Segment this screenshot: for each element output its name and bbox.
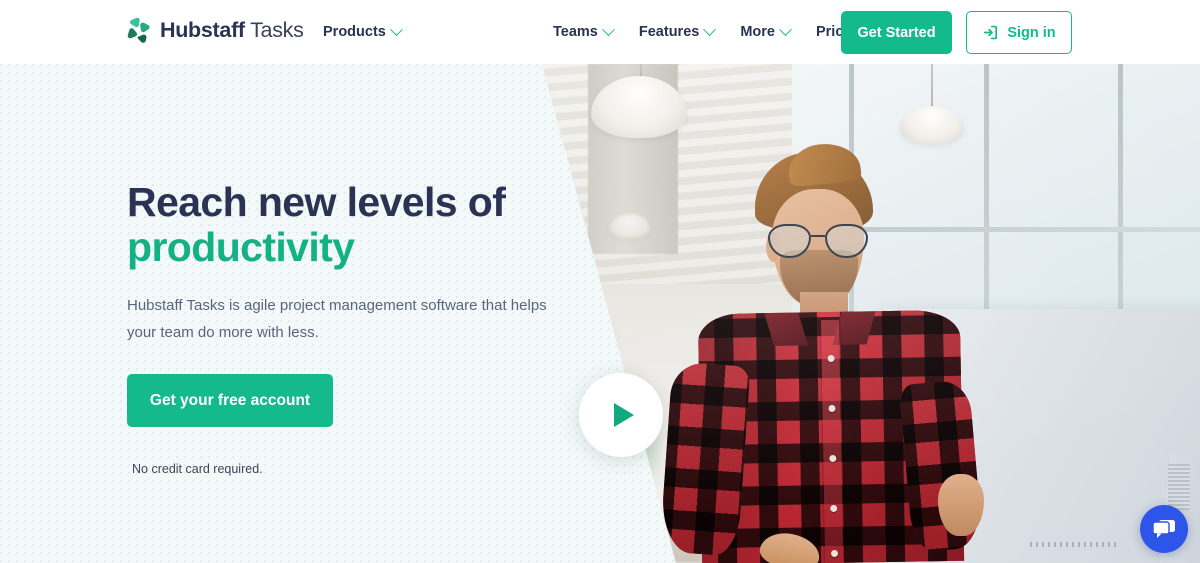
chevron-down-icon <box>602 22 615 36</box>
hero-subhead: Hubstaff Tasks is agile project manageme… <box>127 297 547 341</box>
monitor-vent <box>1168 464 1190 510</box>
lens-right <box>825 224 868 258</box>
headline-line-1: Reach new levels of <box>127 179 506 225</box>
headline-line-2: productivity <box>127 224 355 270</box>
nav-item-products-label: Products <box>323 24 386 40</box>
play-video-button[interactable] <box>579 373 663 457</box>
eyeglasses <box>768 224 868 258</box>
hubstaff-logo-icon <box>127 17 150 43</box>
get-started-button[interactable]: Get Started <box>841 11 952 54</box>
nav-item-teams[interactable]: Teams <box>553 22 615 41</box>
nav-item-more-label: More <box>740 24 775 40</box>
primary-nav-left: Products <box>323 22 403 41</box>
nav-item-features[interactable]: Features <box>638 22 717 41</box>
sign-in-label: Sign in <box>1007 24 1056 41</box>
glasses-bridge <box>811 234 825 238</box>
brand-logo-link[interactable]: Hubstaff Tasks <box>126 17 304 44</box>
right-hand <box>938 474 984 536</box>
hero-copy: Reach new levels of productivity Hubstaf… <box>127 180 557 476</box>
chat-bubble-icon <box>1152 520 1175 538</box>
chevron-down-icon <box>703 22 717 36</box>
sign-in-button[interactable]: Sign in <box>966 11 1072 54</box>
nav-item-features-label: Features <box>638 24 700 40</box>
nav-item-teams-label: Teams <box>553 24 598 40</box>
get-started-label: Get Started <box>857 24 936 41</box>
lens-left <box>768 224 811 258</box>
pendant-lamp <box>610 214 650 238</box>
nav-item-more[interactable]: More <box>740 22 792 41</box>
no-credit-card-note: No credit card required. <box>132 462 263 476</box>
page-title: Reach new levels of productivity <box>127 180 557 270</box>
get-free-account-label: Get your free account <box>149 391 311 409</box>
brand-name-bold: Hubstaff <box>160 18 245 42</box>
play-icon <box>614 403 634 427</box>
landing-page: Hubstaff Tasks Products Teams Features M… <box>0 0 1200 563</box>
lamp-cord <box>931 64 933 110</box>
hero-section: Reach new levels of productivity Hubstaf… <box>0 64 1200 563</box>
nav-item-products[interactable]: Products <box>323 22 403 41</box>
chevron-down-icon <box>389 22 403 36</box>
primary-nav-right: Teams Features More Pricing <box>553 22 865 41</box>
get-free-account-button[interactable]: Get your free account <box>127 374 333 427</box>
chat-widget-button[interactable] <box>1140 505 1188 553</box>
chevron-down-icon <box>779 22 792 36</box>
monitor-ports <box>1030 542 1120 547</box>
plaid-pattern <box>659 361 751 557</box>
sign-in-arrow-icon <box>984 25 998 40</box>
brand-name: Hubstaff Tasks <box>160 17 304 44</box>
left-arm <box>659 361 751 557</box>
site-header: Hubstaff Tasks Products Teams Features M… <box>0 0 1200 64</box>
brand-name-light: Tasks <box>250 18 304 42</box>
